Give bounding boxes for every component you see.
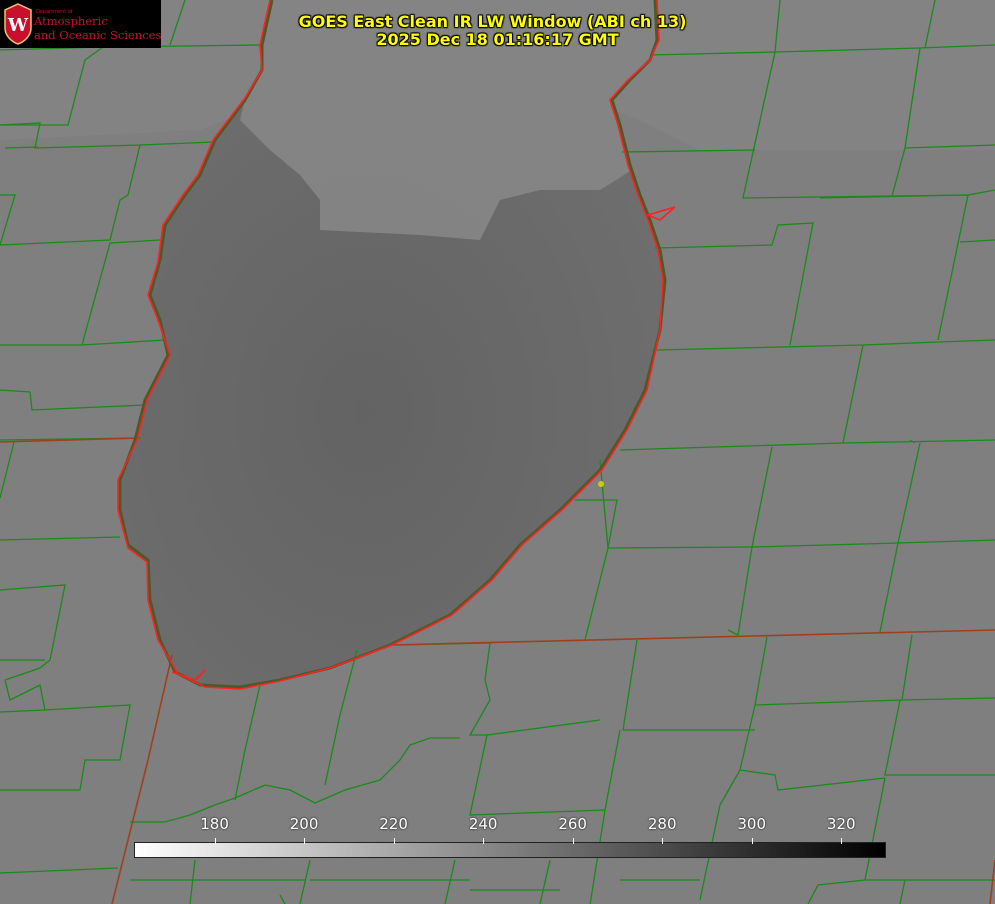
colorbar-tick-mark xyxy=(483,838,485,844)
colorbar-gradient xyxy=(134,842,886,858)
station-marker[interactable] xyxy=(598,481,604,487)
colorbar-tick-mark xyxy=(214,838,216,844)
colorbar-tick-mark xyxy=(841,838,843,844)
colorbar-tick-label: 280 xyxy=(647,815,677,833)
image-title: GOES East Clean IR LW Window (ABI ch 13) xyxy=(298,12,687,31)
colorbar-tick-label: 300 xyxy=(737,815,767,833)
colorbar-tick-mark xyxy=(751,838,753,844)
satellite-map[interactable] xyxy=(0,0,995,904)
colorbar-tick-label: 220 xyxy=(379,815,408,833)
colorbar-tick-label: 240 xyxy=(468,815,498,833)
colorbar-tick-mark xyxy=(662,838,664,844)
colorbar-tick-mark xyxy=(572,838,574,844)
image-timestamp: 2025 Dec 18 01:16:17 GMT xyxy=(376,30,619,49)
colorbar-tick-label: 200 xyxy=(289,815,319,833)
colorbar-tick-mark xyxy=(393,838,395,844)
colorbar-tick-label: 320 xyxy=(826,815,856,833)
colorbar-tick-label: 180 xyxy=(200,815,229,833)
colorbar-tick-mark xyxy=(304,838,306,844)
colorbar-tick-label: 260 xyxy=(558,815,587,833)
